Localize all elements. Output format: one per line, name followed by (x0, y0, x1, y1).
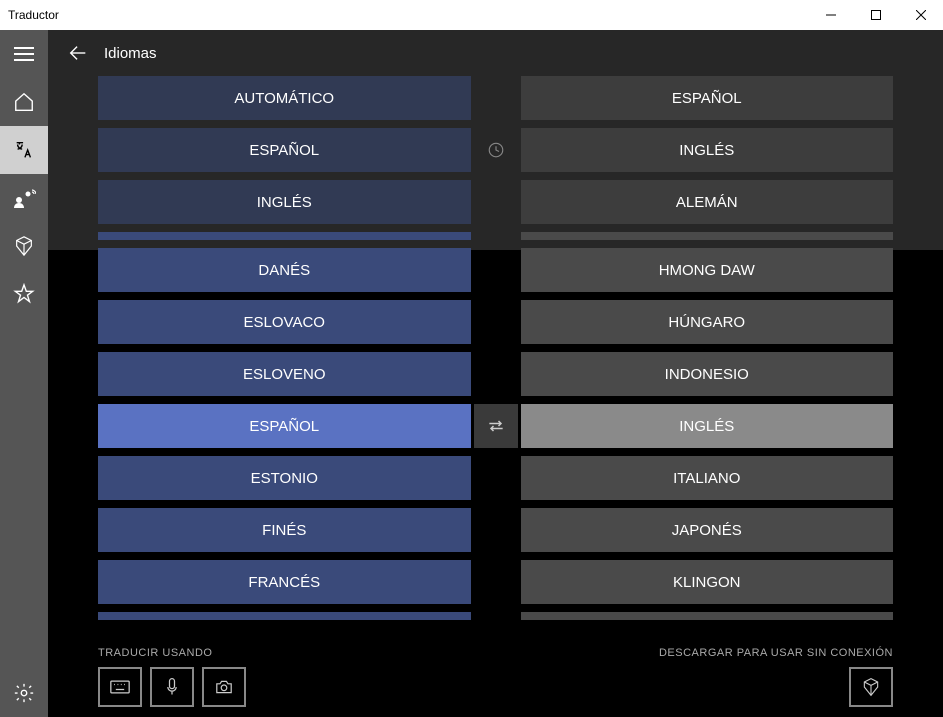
source-lang-item[interactable]: FRANCÉS (98, 560, 471, 604)
minimize-button[interactable] (808, 0, 853, 30)
target-lang-recent[interactable]: ESPAÑOL (521, 76, 894, 120)
source-lang-item-partial[interactable] (98, 612, 471, 620)
settings-icon[interactable] (0, 669, 48, 717)
favorites-icon[interactable] (0, 270, 48, 318)
target-lang-item[interactable]: ITALIANO (521, 456, 894, 500)
target-lang-item[interactable]: KLINGON (521, 560, 894, 604)
source-lang-item-selected[interactable]: ESPAÑOL (98, 404, 471, 448)
conversation-icon[interactable] (0, 174, 48, 222)
footer: TRADUCIR USANDO DESCARGAR PARA USAR SIN … (48, 637, 943, 717)
source-lang-item[interactable]: ESTONIO (98, 456, 471, 500)
home-icon[interactable] (0, 78, 48, 126)
target-lang-item[interactable]: JAPONÉS (521, 508, 894, 552)
back-button[interactable] (58, 33, 98, 73)
hamburger-icon[interactable] (0, 30, 48, 78)
target-lang-item-partial[interactable] (521, 232, 894, 240)
source-lang-item[interactable]: DANÉS (98, 248, 471, 292)
history-icon (481, 128, 511, 172)
camera-input-button[interactable] (202, 667, 246, 707)
close-button[interactable] (898, 0, 943, 30)
target-lang-item-selected[interactable]: INGLÉS (521, 404, 894, 448)
source-lang-recent[interactable]: INGLÉS (98, 180, 471, 224)
target-lang-item[interactable]: INDONESIO (521, 352, 894, 396)
header: Idiomas (48, 30, 943, 76)
source-lang-item-partial[interactable] (98, 232, 471, 240)
translate-icon[interactable] (0, 126, 48, 174)
source-lang-item[interactable]: ESLOVENO (98, 352, 471, 396)
swap-languages-button[interactable] (474, 404, 518, 448)
titlebar: Traductor (0, 0, 943, 30)
translate-using-label: TRADUCIR USANDO (98, 647, 246, 659)
target-lang-item-partial[interactable] (521, 612, 894, 620)
target-language-column: ESPAÑOL INGLÉS ALEMÁN HMONG DAW HÚNGARO … (521, 76, 894, 637)
window-title: Traductor (8, 8, 59, 22)
target-lang-item[interactable]: HÚNGARO (521, 300, 894, 344)
phrasebook-icon[interactable] (0, 222, 48, 270)
keyboard-input-button[interactable] (98, 667, 142, 707)
target-lang-recent[interactable]: INGLÉS (521, 128, 894, 172)
center-column (471, 76, 521, 637)
download-offline-label: DESCARGAR PARA USAR SIN CONEXIÓN (659, 647, 893, 659)
source-lang-auto[interactable]: AUTOMÁTICO (98, 76, 471, 120)
maximize-button[interactable] (853, 0, 898, 30)
page-title: Idiomas (104, 45, 157, 62)
source-lang-recent[interactable]: ESPAÑOL (98, 128, 471, 172)
download-pack-button[interactable] (849, 667, 893, 707)
source-language-column: AUTOMÁTICO ESPAÑOL INGLÉS DANÉS ESLOVACO… (98, 76, 471, 637)
target-lang-recent[interactable]: ALEMÁN (521, 180, 894, 224)
target-lang-item[interactable]: HMONG DAW (521, 248, 894, 292)
source-lang-item[interactable]: ESLOVACO (98, 300, 471, 344)
voice-input-button[interactable] (150, 667, 194, 707)
sidebar (0, 30, 48, 717)
source-lang-item[interactable]: FINÉS (98, 508, 471, 552)
